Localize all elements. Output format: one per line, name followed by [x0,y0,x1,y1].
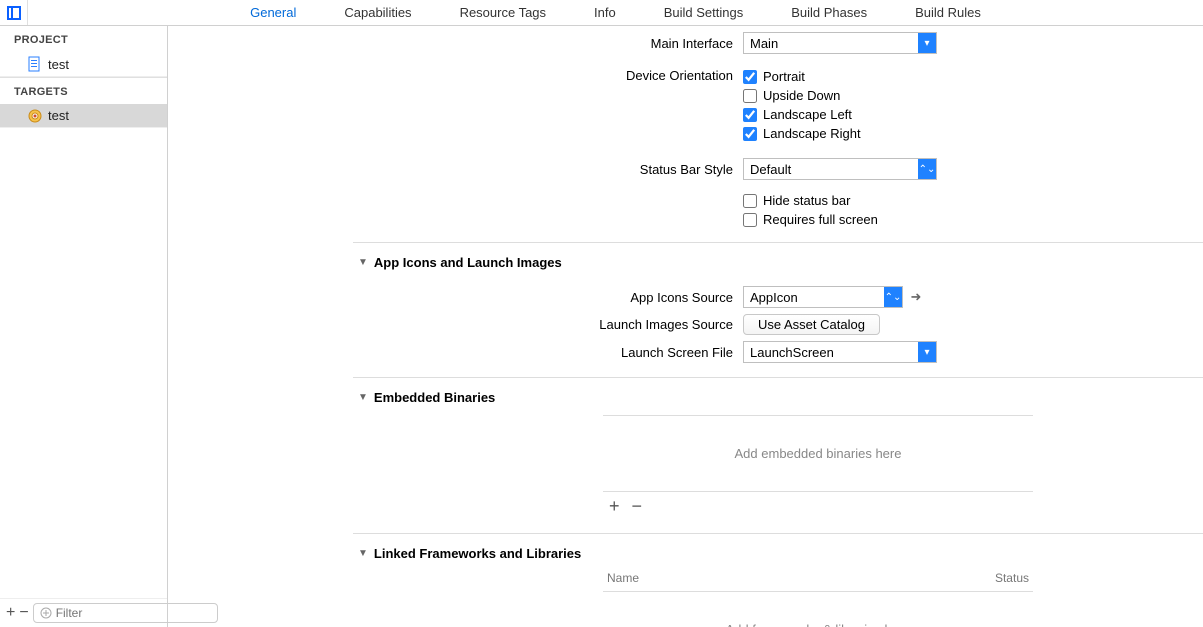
project-outline-icon[interactable] [0,0,28,25]
sidebar-target-item[interactable]: test [0,104,167,128]
app-icons-source-label: App Icons Source [168,290,743,305]
project-sidebar: PROJECT test TARGETS test + − [0,26,168,627]
column-status-header: Status [995,571,1029,585]
tab-general[interactable]: General [250,5,296,20]
sidebar-project-header: PROJECT [0,26,167,52]
upside-down-checkbox[interactable]: Upside Down [743,87,840,104]
content-area: Main Interface Main ▾ Device Orientation… [168,26,1203,627]
sidebar-targets-header: TARGETS [0,78,167,104]
column-name-header: Name [607,571,995,585]
sidebar-item-label: test [48,57,69,72]
launch-images-source-label: Launch Images Source [168,317,743,332]
tab-build-phases[interactable]: Build Phases [791,5,867,20]
chevron-down-icon: ▾ [918,33,936,53]
document-icon [28,56,42,72]
hide-status-bar-checkbox[interactable]: Hide status bar [743,192,850,209]
linked-frameworks-section-header[interactable]: ▼ Linked Frameworks and Libraries [168,546,1203,561]
linked-frameworks-placeholder: Add frameworks & libraries here [603,622,1033,627]
tab-build-rules[interactable]: Build Rules [915,5,981,20]
chevron-updown-icon: ⌃⌄ [884,287,902,307]
embedded-binaries-section-header[interactable]: ▼ Embedded Binaries [168,390,1203,405]
launch-screen-file-dropdown[interactable]: LaunchScreen ▾ [743,341,937,363]
tab-capabilities[interactable]: Capabilities [344,5,411,20]
sidebar-project-item[interactable]: test [0,52,167,77]
portrait-checkbox[interactable]: Portrait [743,68,805,85]
main-interface-dropdown[interactable]: Main ▾ [743,32,937,54]
embedded-binaries-placeholder: Add embedded binaries here [603,446,1033,491]
target-icon [28,109,42,123]
remove-target-button[interactable]: − [19,604,28,622]
status-bar-style-dropdown[interactable]: Default ⌃⌄ [743,158,937,180]
launch-screen-file-label: Launch Screen File [168,345,743,360]
landscape-right-checkbox[interactable]: Landscape Right [743,125,861,142]
chevron-down-icon: ▾ [918,342,936,362]
tab-resource-tags[interactable]: Resource Tags [460,5,546,20]
go-to-source-button[interactable]: ➜ [909,290,923,304]
device-orientation-label: Device Orientation [168,68,743,83]
status-bar-style-label: Status Bar Style [168,162,743,177]
disclosure-triangle-icon: ▼ [358,548,368,559]
disclosure-triangle-icon: ▼ [358,257,368,268]
tab-info[interactable]: Info [594,5,616,20]
chevron-updown-icon: ⌃⌄ [918,159,936,179]
app-icons-section-header[interactable]: ▼ App Icons and Launch Images [168,255,1203,270]
app-icons-source-dropdown[interactable]: AppIcon ⌃⌄ [743,286,903,308]
sidebar-item-label: test [48,108,69,123]
use-asset-catalog-button[interactable]: Use Asset Catalog [743,314,880,335]
landscape-left-checkbox[interactable]: Landscape Left [743,106,852,123]
editor-tabbar: General Capabilities Resource Tags Info … [0,0,1203,26]
remove-embedded-button[interactable]: − [626,496,649,517]
filter-icon [40,607,52,619]
add-embedded-button[interactable]: + [603,496,626,517]
main-interface-label: Main Interface [168,36,743,51]
sidebar-footer: + − [0,598,167,627]
tab-build-settings[interactable]: Build Settings [664,5,744,20]
disclosure-triangle-icon: ▼ [358,392,368,403]
add-target-button[interactable]: + [6,604,15,622]
requires-full-screen-checkbox[interactable]: Requires full screen [743,211,878,228]
